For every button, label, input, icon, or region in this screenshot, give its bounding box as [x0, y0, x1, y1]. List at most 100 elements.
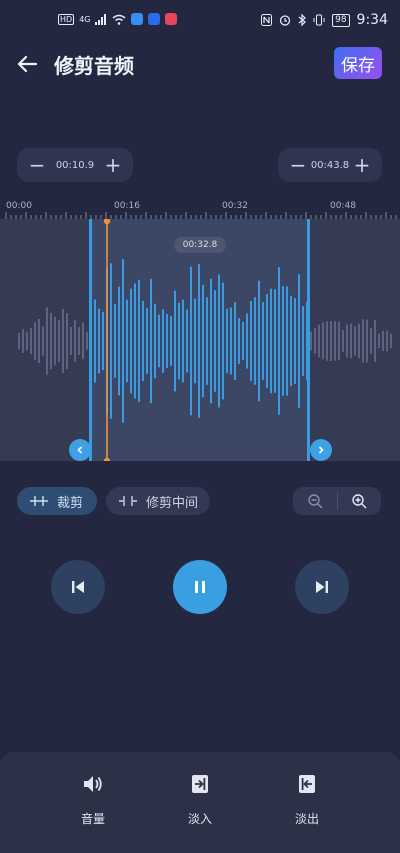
waveform-bar: [314, 328, 316, 354]
waveform-bar: [154, 303, 156, 379]
waveform-bar: [66, 313, 68, 369]
waveform-bar: [26, 331, 28, 351]
waveform-bar: [370, 328, 372, 354]
waveform-bar: [182, 299, 184, 383]
end-time-decrease-button[interactable]: −: [288, 155, 308, 175]
waveform-bar: [270, 288, 272, 394]
waveform-bar: [246, 313, 248, 369]
start-time-decrease-button[interactable]: −: [27, 155, 47, 175]
waveform-bar: [194, 298, 196, 384]
trim-end-handle[interactable]: [310, 439, 332, 461]
waveform-bar: [386, 330, 388, 352]
waveform-bar: [46, 307, 48, 375]
waveform-bar: [202, 284, 204, 398]
trim-mode-label: 裁剪: [57, 495, 84, 511]
waveform-bar: [34, 322, 36, 360]
end-time-stepper: − 00:43.8 +: [278, 148, 382, 182]
pause-button[interactable]: [173, 560, 227, 614]
wifi-icon: [113, 14, 126, 25]
waveform-bar: [378, 333, 380, 349]
trim-start-handle[interactable]: [69, 439, 91, 461]
waveform-bar: [190, 266, 192, 416]
trim-start-line[interactable]: [89, 219, 92, 461]
waveform-bar: [354, 326, 356, 356]
timeline-ruler: 00:00 00:16 00:32 00:48: [0, 198, 400, 220]
waveform-area[interactable]: [0, 219, 400, 461]
start-time-stepper: − 00:10.9 +: [17, 148, 133, 182]
trim-middle-icon: [119, 496, 137, 506]
zoom-controls: [293, 487, 381, 515]
waveform-bar: [262, 301, 264, 381]
waveform-bar: [178, 302, 180, 380]
waveform-bar: [18, 332, 20, 350]
waveform-bar: [358, 323, 360, 359]
waveform-bar: [310, 331, 312, 351]
waveform-bar: [342, 330, 344, 352]
volume-tool[interactable]: 音量: [63, 772, 123, 827]
waveform-bar: [86, 332, 88, 350]
end-time-increase-button[interactable]: +: [352, 155, 372, 175]
waveform-bar: [58, 319, 60, 363]
waveform-bar: [230, 307, 232, 375]
waveform-bar: [258, 280, 260, 402]
clock: 9:34: [356, 12, 388, 28]
start-time-value: 00:10.9: [55, 159, 95, 171]
start-time-increase-button[interactable]: +: [103, 155, 123, 175]
zoom-out-button[interactable]: [293, 487, 337, 515]
waveform-bar: [294, 298, 296, 384]
waveform-bar: [322, 322, 324, 360]
fade-in-icon: [192, 775, 208, 793]
waveform-bar: [130, 288, 132, 394]
chevron-right-icon: [318, 446, 324, 454]
waveform-bar: [70, 326, 72, 356]
waveform-bar: [110, 263, 112, 419]
save-button[interactable]: 保存: [334, 47, 382, 79]
fade-out-tool-label: 淡出: [294, 812, 319, 826]
waveform-bar: [346, 324, 348, 358]
chevron-left-icon: [77, 446, 83, 454]
waveform-bar: [22, 329, 24, 353]
waveform-bar: [82, 322, 84, 360]
playhead-time-label: 00:32.8: [174, 237, 226, 253]
app-notification-icon: [165, 13, 178, 25]
waveform-bar: [54, 316, 56, 366]
waveform: [18, 219, 392, 461]
waveform-bar: [286, 286, 288, 396]
fade-in-tool[interactable]: 淡入: [170, 772, 230, 827]
nfc-icon: [261, 14, 273, 26]
trim-end-line[interactable]: [307, 219, 310, 461]
waveform-bar: [62, 308, 64, 374]
waveform-bar: [218, 274, 220, 408]
vibrate-icon: [313, 14, 325, 26]
zoom-in-button[interactable]: [338, 487, 382, 515]
waveform-bar: [282, 286, 284, 396]
waveform-bar: [298, 274, 300, 408]
bottom-tool-panel: 音量 淡入 淡出: [0, 752, 400, 853]
waveform-bar: [138, 279, 140, 403]
fade-out-tool[interactable]: 淡出: [277, 772, 337, 827]
zoom-in-icon: [352, 494, 367, 509]
back-button[interactable]: [14, 50, 42, 78]
waveform-bar: [42, 326, 44, 356]
waveform-bar: [174, 290, 176, 392]
waveform-bar: [242, 322, 244, 360]
status-bar: HD 4G 98 9:34: [0, 0, 400, 40]
trim-mode-button[interactable]: 裁剪: [17, 487, 97, 515]
waveform-bar: [162, 309, 164, 373]
waveform-bar: [166, 314, 168, 368]
waveform-bar: [122, 259, 124, 423]
trim-middle-mode-button[interactable]: 修剪中间: [106, 487, 210, 515]
top-bar: 修剪音频 保存: [0, 44, 400, 84]
waveform-bar: [326, 321, 328, 361]
skip-next-button[interactable]: [295, 560, 349, 614]
waveform-bar: [238, 318, 240, 364]
waveform-bar: [266, 294, 268, 388]
waveform-bar: [254, 297, 256, 385]
skip-previous-button[interactable]: [51, 560, 105, 614]
status-left: HD 4G: [58, 13, 178, 25]
waveform-bar: [38, 318, 40, 364]
waveform-bar: [330, 321, 332, 361]
bluetooth-icon: [298, 14, 306, 26]
battery-indicator: 98: [332, 13, 350, 27]
waveform-bar: [318, 324, 320, 358]
